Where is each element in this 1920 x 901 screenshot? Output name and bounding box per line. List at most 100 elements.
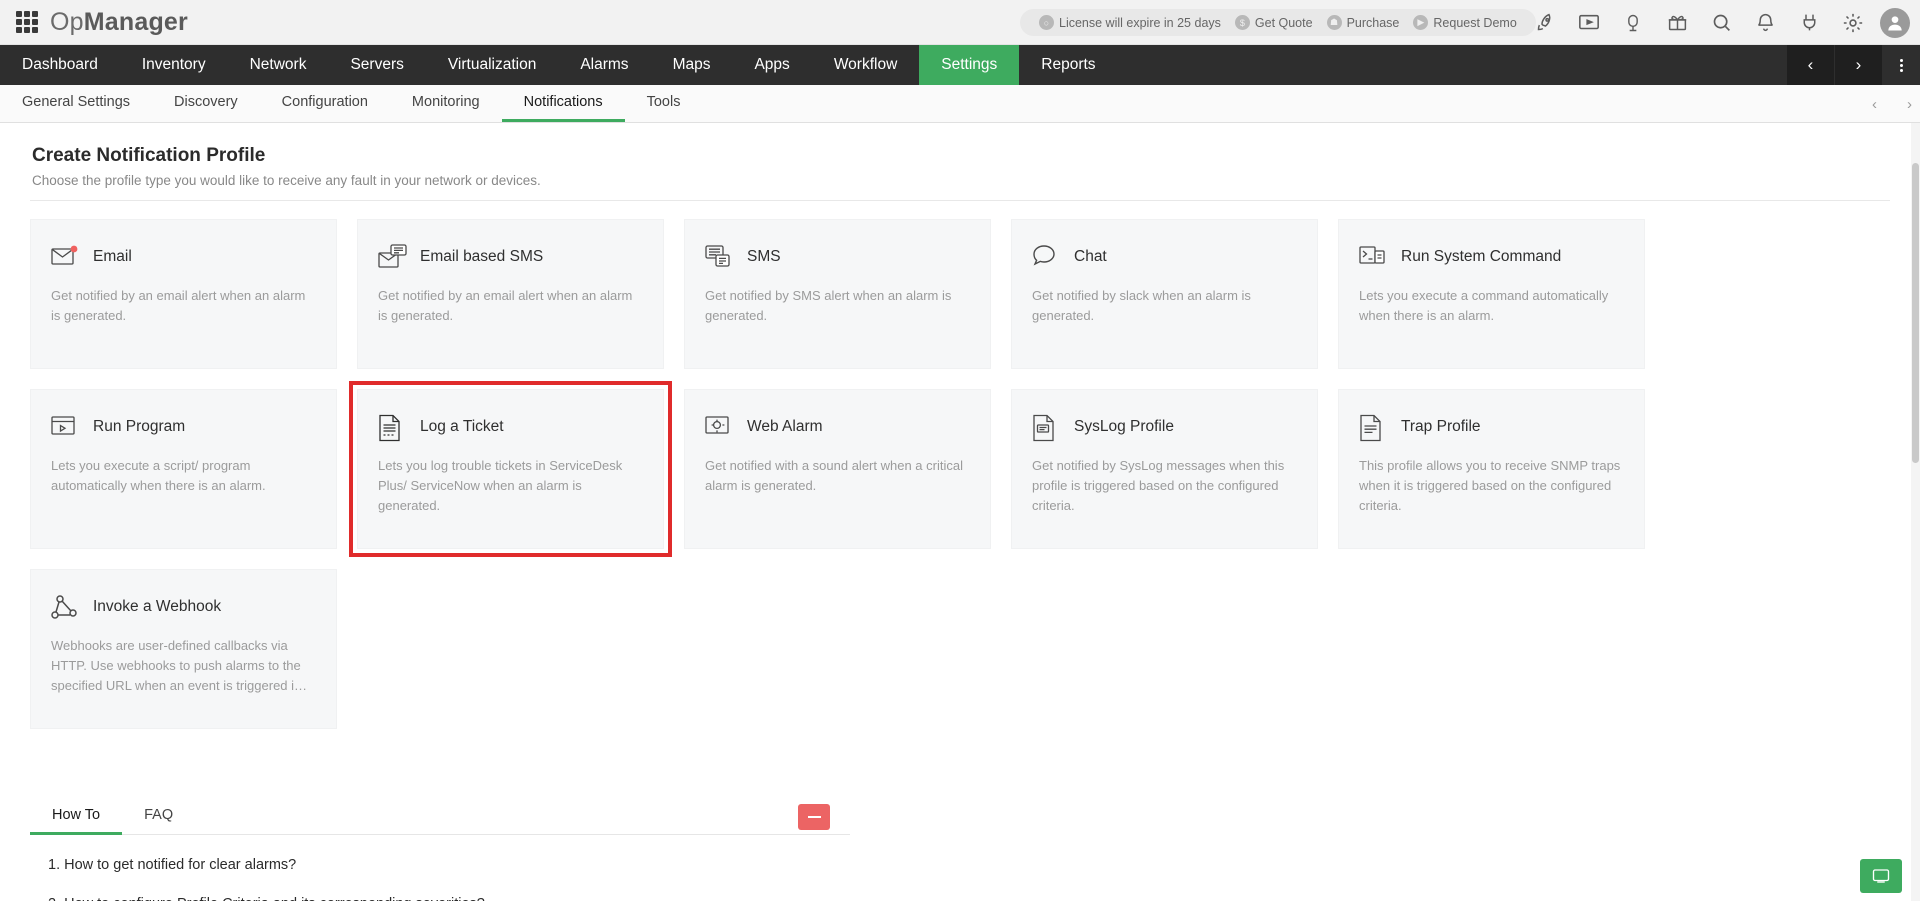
main-navigation: Dashboard Inventory Network Servers Virt…: [0, 45, 1920, 85]
card-title: Trap Profile: [1401, 418, 1481, 435]
nav-item-settings[interactable]: Settings: [919, 45, 1020, 85]
help-tabs: How To FAQ: [30, 799, 850, 835]
nav-more-menu-icon[interactable]: [1882, 45, 1920, 85]
cart-icon: ☗: [1326, 15, 1342, 30]
card-description: This profile allows you to receive SNMP …: [1359, 458, 1621, 514]
email-icon: [51, 244, 81, 270]
clock-icon: ○: [1039, 15, 1054, 30]
how-to-list: 1. How to get notified for clear alarms?…: [30, 835, 1890, 901]
subnav-item-discovery[interactable]: Discovery: [152, 85, 260, 122]
gift-icon[interactable]: [1658, 4, 1696, 42]
subnav-item-tools[interactable]: Tools: [625, 85, 703, 122]
card-description: Get notified by SMS alert when an alarm …: [705, 288, 952, 324]
card-title: SysLog Profile: [1074, 418, 1174, 435]
profile-card-invoke-a-webhook[interactable]: Invoke a Webhook Webhooks are user-defin…: [30, 569, 337, 729]
app-logo[interactable]: OpManager: [50, 8, 188, 37]
trap-icon: [1359, 414, 1389, 442]
page-scrollbar-track[interactable]: [1911, 123, 1920, 901]
nav-pagination: ‹ ›: [1786, 45, 1920, 85]
nav-prev-button[interactable]: ‹: [1786, 45, 1834, 85]
card-description: Get notified with a sound alert when a c…: [705, 458, 963, 494]
profile-card-chat[interactable]: Chat Get notified by slack when an alarm…: [1011, 219, 1318, 369]
profile-card-web-alarm[interactable]: Web Alarm Get notified with a sound aler…: [684, 389, 991, 549]
purchase-item[interactable]: ☗ Purchase: [1322, 15, 1405, 30]
tab-how-to[interactable]: How To: [30, 799, 123, 835]
nav-item-virtualization[interactable]: Virtualization: [426, 45, 558, 85]
subnav-next-button[interactable]: ›: [1907, 96, 1912, 113]
nav-next-button[interactable]: ›: [1834, 45, 1882, 85]
webhook-icon: [51, 594, 81, 620]
card-header: Email based SMS: [378, 244, 643, 270]
how-to-item[interactable]: 1. How to get notified for clear alarms?: [48, 857, 1890, 873]
license-expiry-label: License will expire in 25 days: [1059, 15, 1221, 30]
nav-item-workflow[interactable]: Workflow: [812, 45, 919, 85]
search-icon[interactable]: [1702, 4, 1740, 42]
card-header: Invoke a Webhook: [51, 594, 316, 620]
request-demo-label: Request Demo: [1433, 15, 1517, 30]
profile-card-trap-profile[interactable]: Trap Profile This profile allows you to …: [1338, 389, 1645, 549]
nav-item-reports[interactable]: Reports: [1019, 45, 1117, 85]
purchase-label: Purchase: [1346, 15, 1400, 30]
how-to-item[interactable]: 2. How to configure Profile Criteria and…: [48, 896, 1890, 901]
syslog-icon: [1032, 414, 1062, 442]
top-bar: OpManager ○ License will expire in 25 da…: [0, 0, 1920, 45]
sub-navigation: General Settings Discovery Configuration…: [0, 85, 1920, 123]
nav-item-apps[interactable]: Apps: [732, 45, 811, 85]
nav-item-alarms[interactable]: Alarms: [558, 45, 650, 85]
nav-item-dashboard[interactable]: Dashboard: [0, 45, 120, 85]
nav-item-network[interactable]: Network: [228, 45, 329, 85]
card-description: Lets you execute a script/ program autom…: [51, 458, 266, 494]
nav-item-maps[interactable]: Maps: [651, 45, 733, 85]
feedback-icon[interactable]: [1860, 859, 1902, 893]
profile-card-sms[interactable]: SMS Get notified by SMS alert when an al…: [684, 219, 991, 369]
nav-item-servers[interactable]: Servers: [328, 45, 425, 85]
profile-card-email[interactable]: Email Get notified by an email alert whe…: [30, 219, 337, 369]
card-header: Web Alarm: [705, 414, 970, 440]
card-description: Lets you log trouble tickets in ServiceD…: [378, 458, 623, 514]
profile-card-run-program[interactable]: Run Program Lets you execute a script/ p…: [30, 389, 337, 549]
help-section: How To FAQ 1. How to get notified for cl…: [0, 729, 1920, 901]
gear-icon[interactable]: [1834, 4, 1872, 42]
subnav-item-general-settings[interactable]: General Settings: [0, 85, 152, 122]
subnav-item-monitoring[interactable]: Monitoring: [390, 85, 502, 122]
profile-card-syslog-profile[interactable]: SysLog Profile Get notified by SysLog me…: [1011, 389, 1318, 549]
page-scrollbar-thumb[interactable]: [1912, 163, 1919, 463]
profile-card-email-based-sms[interactable]: Email based SMS Get notified by an email…: [357, 219, 664, 369]
minus-icon: [807, 816, 821, 818]
card-header: SMS: [705, 244, 970, 270]
card-title: Email: [93, 248, 132, 265]
card-title: SMS: [747, 248, 781, 265]
app-name-bold: Manager: [83, 7, 188, 36]
plug-icon[interactable]: [1790, 4, 1828, 42]
bell-icon[interactable]: [1746, 4, 1784, 42]
card-header: Email: [51, 244, 316, 270]
screen-icon[interactable]: [1570, 4, 1608, 42]
profile-card-log-a-ticket[interactable]: Log a Ticket Lets you log trouble ticket…: [349, 381, 672, 557]
rocket-icon[interactable]: [1526, 4, 1564, 42]
page-content: Create Notification Profile Choose the p…: [0, 123, 1920, 901]
user-avatar-icon[interactable]: [1880, 7, 1910, 38]
card-title: Run System Command: [1401, 248, 1562, 265]
card-description: Get notified by slack when an alarm is g…: [1032, 288, 1251, 324]
request-demo-item[interactable]: ▶ Request Demo: [1408, 15, 1521, 30]
card-title: Chat: [1074, 248, 1107, 265]
nav-item-inventory[interactable]: Inventory: [120, 45, 228, 85]
card-title: Email based SMS: [420, 248, 544, 265]
card-description: Webhooks are user-defined callbacks via …: [51, 638, 308, 694]
subnav-item-notifications[interactable]: Notifications: [501, 85, 625, 122]
license-expiry-item[interactable]: ○ License will expire in 25 days: [1034, 15, 1226, 30]
profile-card-run-system-command[interactable]: Run System Command Lets you execute a co…: [1338, 219, 1645, 369]
web-alarm-icon: [705, 414, 735, 440]
probe-icon[interactable]: [1614, 4, 1652, 42]
subnav-item-configuration[interactable]: Configuration: [260, 85, 390, 122]
card-header: SysLog Profile: [1032, 414, 1297, 442]
card-description: Lets you execute a command automatically…: [1359, 288, 1609, 324]
get-quote-item[interactable]: $ Get Quote: [1230, 15, 1318, 30]
system-command-icon: [1359, 244, 1389, 270]
license-info-bar: ○ License will expire in 25 days $ Get Q…: [1020, 9, 1536, 36]
apps-grid-icon[interactable]: [16, 11, 38, 33]
card-description: Get notified by an email alert when an a…: [378, 288, 633, 324]
subnav-prev-button[interactable]: ‹: [1872, 96, 1877, 113]
collapse-help-button[interactable]: [798, 804, 830, 830]
tab-faq[interactable]: FAQ: [122, 799, 195, 835]
